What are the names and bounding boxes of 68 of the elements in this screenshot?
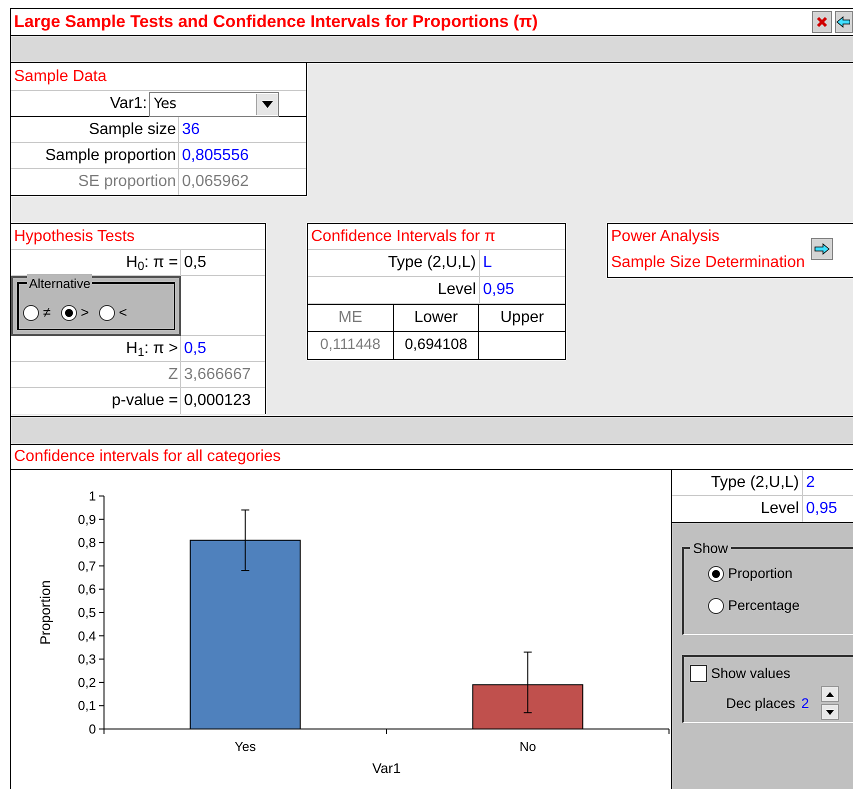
row-label: Level: [438, 280, 476, 300]
panel-title: Confidence Intervals for π: [308, 224, 565, 250]
column-header: Upper: [499, 308, 545, 328]
radio-option[interactable]: >: [60, 302, 89, 323]
category-label: Yes: [234, 739, 256, 754]
link[interactable]: Sample Size Determination: [611, 250, 805, 276]
tick-label: 1: [88, 488, 96, 504]
tick-label: 0,1: [78, 698, 96, 714]
value-cell-text: 3,666667: [183, 364, 252, 384]
value-cell-text: 0,95: [805, 499, 838, 519]
row-label: Type (2,U,L): [710, 472, 799, 492]
row-label: p-value =: [11, 388, 181, 414]
arrow-button[interactable]: [810, 238, 833, 260]
value-cell-text: 0,000123: [183, 391, 252, 411]
tick-label: 0,9: [78, 512, 96, 527]
radio-option[interactable]: Proportion: [708, 563, 853, 584]
row-label: H$_{1}$: π >: [11, 336, 181, 361]
tick-label: 0,4: [78, 628, 96, 644]
radio-option[interactable]: ≠: [23, 302, 51, 323]
value-cell-text: 0,805556: [181, 146, 250, 166]
row-label: SE proportion: [11, 169, 179, 195]
value-cell: 0,111448: [308, 332, 394, 359]
axis-title: Proportion: [37, 580, 53, 645]
field-label: Dec places: [726, 694, 796, 713]
arrow-icon: [814, 243, 830, 255]
row-label: Level: [760, 499, 799, 519]
axis-title: Var1: [372, 760, 401, 776]
radio-option[interactable]: Percentage: [708, 595, 853, 616]
caret-icon: [262, 101, 273, 108]
panel-title: Sample Data: [13, 66, 108, 86]
spinner[interactable]: [821, 686, 840, 720]
checkbox[interactable]: Show values: [690, 663, 853, 684]
tick-label: 0,2: [78, 674, 96, 690]
field-label: Var1:: [110, 94, 147, 114]
tick-label: 0,7: [78, 558, 96, 574]
tick-label: 0: [88, 722, 96, 736]
error-bar: [240, 509, 250, 572]
column-header: Lower: [394, 305, 480, 331]
row-label: Sample proportion: [11, 143, 179, 168]
close-icon: [816, 16, 828, 28]
value-cell: 0,694108: [394, 332, 480, 359]
value-cell-text: 0,5: [183, 252, 208, 272]
radio-option[interactable]: <: [98, 302, 128, 323]
tick-label: 0,5: [78, 605, 96, 620]
value-cell-text: 2: [805, 472, 816, 492]
tick-label: 0,6: [78, 582, 96, 597]
row-label: Sample size: [11, 117, 179, 142]
window-title: Large Sample Tests and Confidence Intervals for Proportions (π): [14, 11, 539, 34]
value-cell-text: L: [482, 253, 493, 273]
value-cell-text: 2: [801, 694, 810, 712]
value-cell-text: 0,065962: [181, 172, 250, 192]
row-label: Z: [11, 362, 181, 387]
arrow-icon: [836, 16, 850, 28]
link[interactable]: Power Analysis: [611, 224, 805, 250]
close-button[interactable]: [812, 11, 832, 33]
tick-label: 0,3: [78, 652, 96, 667]
row-label: Type (2,U,L): [388, 253, 476, 273]
value-cell-text: 0,95: [482, 280, 516, 300]
variable-dropdown[interactable]: Yes: [149, 92, 279, 117]
section-title: Confidence intervals for all categories: [11, 444, 853, 470]
value-cell-text: 0,5: [183, 338, 208, 358]
column-header: ME: [308, 305, 394, 331]
tick-label: 0,8: [78, 535, 96, 550]
arrow-button[interactable]: [835, 11, 853, 33]
panel-title: Hypothesis Tests: [11, 224, 265, 250]
value-cell-text: 36: [181, 120, 201, 140]
error-bar: [523, 652, 532, 714]
category-label: No: [519, 739, 536, 754]
